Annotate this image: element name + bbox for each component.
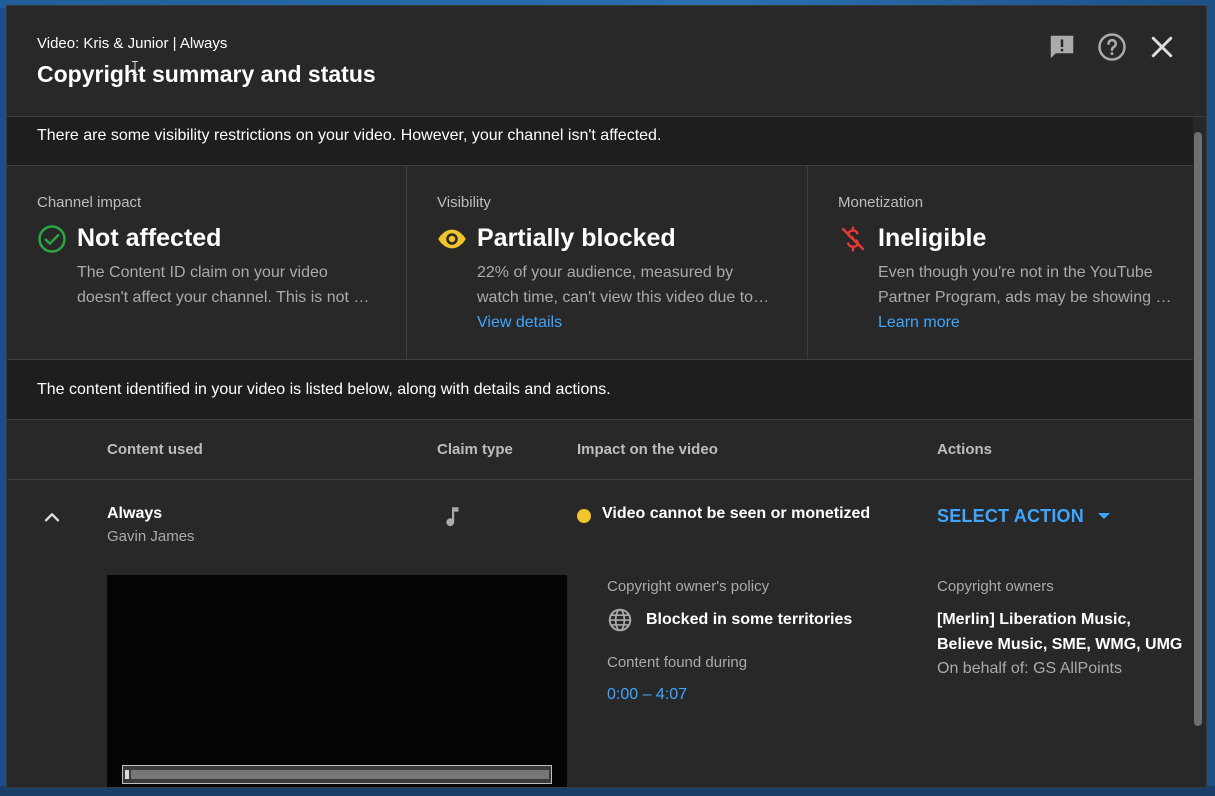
card-label: Visibility <box>437 194 491 211</box>
close-icon[interactable] <box>1147 32 1177 62</box>
card-description-line: 22% of your audience, measured by <box>477 264 734 281</box>
copyright-owners-value: [Merlin] Liberation Music, Believe Music… <box>937 611 1183 653</box>
content-found-timestamp[interactable]: 0:00 – 4:07 <box>607 686 687 704</box>
card-label: Channel impact <box>37 194 142 211</box>
check-circle-icon <box>37 224 67 254</box>
dialog-header: Video: Kris & Junior | Always Copyright … <box>7 6 1206 117</box>
claims-table-header: Content used Claim type Impact on the vi… <box>7 420 1193 480</box>
column-header-content-used: Content used <box>107 441 203 458</box>
card-description: Even though you're not in the YouTube Pa… <box>878 260 1178 310</box>
column-header-actions: Actions <box>937 441 993 458</box>
card-description-line: doesn't affect your channel. This is not… <box>77 289 370 306</box>
globe-icon <box>607 607 633 633</box>
card-status: Partially blocked <box>477 224 676 252</box>
card-status: Not affected <box>77 224 222 252</box>
card-status: Ineligible <box>878 224 987 252</box>
column-header-impact: Impact on the video <box>577 441 718 458</box>
music-note-icon <box>439 504 465 530</box>
collapse-row-chevron-up-icon[interactable] <box>39 504 65 530</box>
player-progress-track <box>131 770 549 779</box>
card-description-line: watch time, can't view this video due to… <box>477 289 770 306</box>
card-description: 22% of your audience, measured by watch … <box>477 260 777 310</box>
no-money-icon <box>838 224 868 254</box>
select-action-dropdown[interactable]: SELECT ACTION <box>937 503 1116 529</box>
view-details-link[interactable]: View details <box>477 314 562 332</box>
copyright-owners-label: Copyright owners <box>937 578 1054 595</box>
dialog-title: Copyright summary and status <box>37 61 376 87</box>
scrollbar-thumb[interactable] <box>1194 132 1202 726</box>
visibility-notice: There are some visibility restrictions o… <box>7 117 1193 166</box>
card-label: Monetization <box>838 194 924 211</box>
content-artist: Gavin James <box>107 528 195 545</box>
content-found-label: Content found during <box>607 654 748 671</box>
card-description-line: Partner Program, ads may be showing o… <box>878 289 1178 306</box>
dialog-content[interactable]: There are some visibility restrictions o… <box>7 117 1193 787</box>
policy-label: Copyright owner's policy <box>607 578 770 595</box>
video-label: Video: Kris & Junior | Always <box>37 35 228 52</box>
policy-value: Blocked in some territories <box>646 611 853 628</box>
impact-status-dot <box>577 509 591 523</box>
learn-more-link[interactable]: Learn more <box>878 314 960 332</box>
on-behalf-of: On behalf of: GS AllPoints <box>937 660 1122 677</box>
select-action-label: SELECT ACTION <box>937 505 1084 526</box>
card-description-line: The Content ID claim on your video <box>77 264 328 281</box>
impact-text: Video cannot be seen or monetized <box>602 505 871 522</box>
player-progress-played <box>125 770 129 779</box>
video-preview-player[interactable] <box>107 575 567 787</box>
impact-summary: Channel impact Not affected The Content … <box>7 166 1193 359</box>
card-visibility: Visibility Partially blocked 22% of your… <box>406 166 807 359</box>
caret-down-icon <box>1097 513 1110 519</box>
content-notice: The content identified in your video is … <box>7 359 1193 420</box>
column-header-claim-type: Claim type <box>437 441 513 458</box>
text-cursor-icon <box>132 61 138 75</box>
feedback-icon[interactable] <box>1047 32 1077 62</box>
help-icon[interactable] <box>1097 32 1127 62</box>
content-title: Always <box>107 505 163 522</box>
player-progress-bar[interactable] <box>122 765 552 784</box>
eye-icon <box>437 224 467 254</box>
copyright-dialog: Video: Kris & Junior | Always Copyright … <box>6 5 1207 788</box>
card-channel-impact: Channel impact Not affected The Content … <box>7 166 407 359</box>
card-description-line: Even though you're not in the YouTube <box>878 264 1153 281</box>
card-description: The Content ID claim on your video doesn… <box>77 260 377 310</box>
card-monetization: Monetization Ineligible Even though you'… <box>807 166 1193 359</box>
